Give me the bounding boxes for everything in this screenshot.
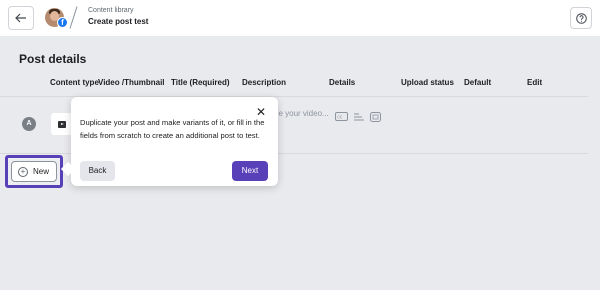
column-header-default: Default — [464, 78, 492, 87]
column-header-content-type: Content type — [50, 78, 99, 87]
breadcrumb-parent[interactable]: Content library — [88, 7, 134, 14]
next-button[interactable]: Next — [232, 161, 268, 181]
column-header-description: Description — [242, 78, 287, 87]
video-icon — [58, 120, 66, 128]
svg-text:cc: cc — [337, 115, 343, 121]
chapters-icon — [353, 112, 365, 123]
facebook-icon: f — [57, 17, 68, 28]
column-header-video-thumbnail: Video /Thumbnail — [98, 78, 165, 87]
thumbnail-icon — [370, 112, 381, 124]
help-button[interactable] — [570, 7, 592, 29]
variant-badge: A — [22, 117, 36, 131]
back-button-popover[interactable]: Back — [80, 161, 115, 181]
column-header-edit: Edit — [527, 78, 543, 87]
caption-icon: cc — [335, 112, 348, 123]
column-header-title: Title (Required) — [171, 78, 230, 87]
new-button[interactable]: + New — [11, 161, 57, 182]
description-placeholder[interactable]: be your video... — [274, 109, 329, 118]
column-header-upload-status: Upload status — [401, 78, 454, 87]
back-button[interactable] — [8, 6, 34, 30]
video-thumbnail[interactable] — [51, 113, 73, 135]
plus-circle-icon: + — [18, 166, 28, 177]
question-circle-icon — [575, 12, 587, 24]
section-title: Post details — [19, 52, 87, 66]
breadcrumb-divider — [69, 6, 78, 29]
popover-text: Duplicate your post and make variants of… — [80, 118, 265, 140]
top-bar: f Content library Create post test — [0, 0, 600, 36]
page-title: Create post test — [88, 17, 149, 26]
column-header-details: Details — [329, 78, 356, 87]
arrow-left-icon — [15, 13, 26, 23]
new-button-label: New — [33, 167, 50, 176]
